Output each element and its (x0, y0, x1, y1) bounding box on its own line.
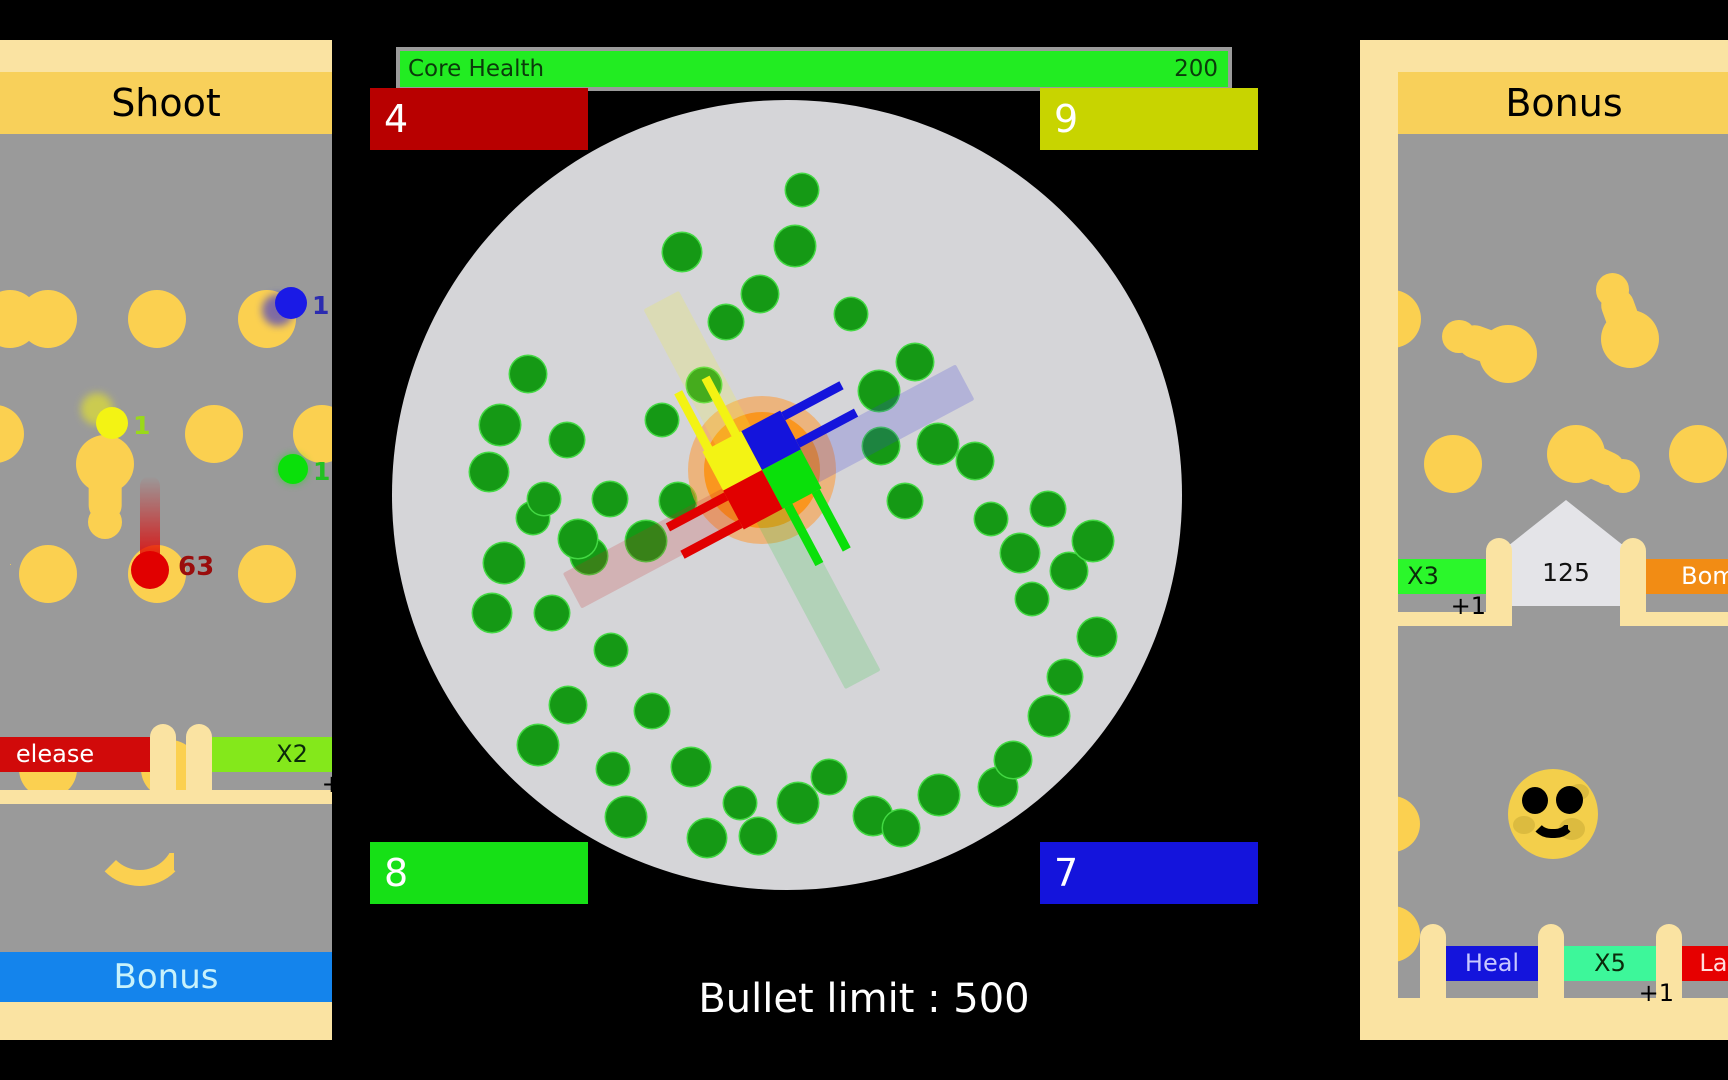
house-roof (1508, 500, 1624, 546)
peg (1398, 796, 1420, 852)
play-field[interactable] (392, 100, 1182, 890)
house-value: 125 (1542, 558, 1590, 587)
core-health-bar: Core Health 200 (396, 47, 1232, 91)
core-health-label: Core Health (408, 56, 545, 82)
slot-floor (1398, 998, 1728, 1002)
ball-2 (278, 454, 308, 484)
left-panel-title: Shoot (0, 72, 332, 134)
slot-x3[interactable]: X3 (1398, 559, 1486, 594)
peg (238, 545, 296, 603)
slot-x3-count: +1 (1450, 592, 1486, 620)
left-panel-board[interactable]: 1 1 1 63 elease X2+1 (0, 134, 332, 1002)
board-arc (90, 834, 190, 886)
barrel-green-b (811, 489, 851, 552)
right-panel-board[interactable]: 125X3+1BombHealX5+1Laser (1398, 134, 1728, 1002)
peg (128, 290, 186, 348)
peg (1398, 906, 1420, 962)
ball-count-0: 1 (312, 291, 330, 320)
right-panel-title: Bonus (1398, 72, 1728, 134)
slot-wall (1420, 924, 1446, 1002)
slot-x5-count: +1 (1638, 979, 1674, 1002)
slot-wall (1538, 924, 1564, 1002)
peg (1398, 290, 1421, 348)
peg-stem-cap (88, 505, 122, 539)
slot-laser[interactable]: Laser (1682, 946, 1728, 981)
smiley-eye-left (1522, 787, 1548, 814)
bonus-button[interactable]: Bonus (0, 952, 332, 1002)
arena: Core Health 200 4 9 8 7 Bullet limit: 5… (370, 40, 1358, 1040)
slot-release[interactable]: elease (0, 737, 150, 772)
slot-wall (1486, 538, 1512, 626)
core-health-value: 200 (1174, 56, 1218, 82)
peg-stem-cap (1595, 273, 1629, 307)
slot-bomb[interactable]: Bomb (1646, 559, 1728, 594)
peg (1669, 425, 1727, 483)
slot-floor (1646, 612, 1728, 626)
slot-x5[interactable]: X5 (1564, 946, 1656, 981)
peg (185, 405, 243, 463)
slot-heal[interactable]: Heal (1446, 946, 1538, 981)
ball-1 (96, 407, 128, 439)
peg (19, 545, 77, 603)
slot-wall (1620, 538, 1646, 626)
ball-count-2: 1 (313, 457, 331, 486)
projectile-value: 63 (178, 552, 215, 582)
ball-0 (275, 287, 307, 319)
peg (1424, 435, 1482, 493)
right-panel: Bonus 125X3+1BombHealX5+1Laser (1360, 40, 1728, 1040)
projectile (131, 551, 169, 589)
player-turret[interactable] (392, 100, 1182, 890)
bullet-limit-label: Bullet limit : 500 (698, 976, 1030, 1022)
slot-wall (186, 724, 212, 804)
smiley-eye-right (1556, 786, 1583, 814)
peg (0, 405, 24, 463)
left-panel: Shoot 1 1 1 63 elease X2+1 Bonus (0, 40, 332, 1040)
slot-wall (150, 724, 176, 804)
ball-count-1: 1 (133, 411, 151, 440)
slot-x2-count: +1 (321, 770, 332, 798)
slot-x2[interactable]: X2 (212, 737, 332, 772)
game-screen: Shoot 11163eleaseX2+1 Bonus Core Health … (0, 0, 1728, 1080)
smiley-enemy (1508, 769, 1598, 859)
peg-stem-cap (1606, 459, 1640, 493)
peg-stem-cap (1442, 319, 1476, 353)
core-health-fill: Core Health 200 (400, 51, 1228, 87)
